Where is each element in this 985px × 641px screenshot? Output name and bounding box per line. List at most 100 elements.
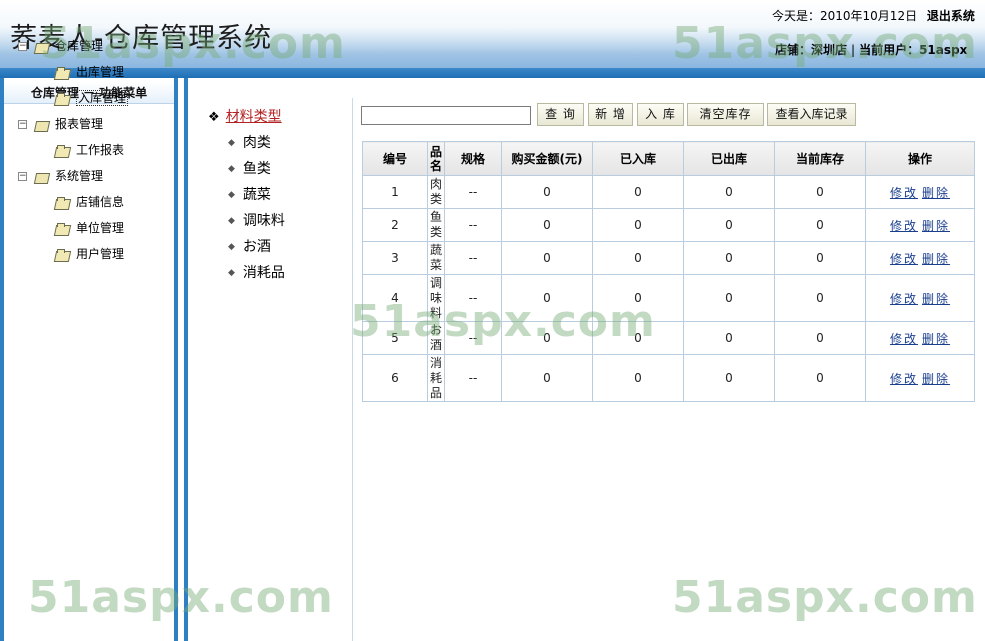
folder-open-icon: [33, 171, 49, 183]
add-button[interactable]: 新 增: [588, 103, 633, 126]
sidebar-item-units[interactable]: 单位管理: [54, 219, 124, 237]
category-item[interactable]: ◆ お酒: [228, 236, 271, 256]
separator: |: [851, 43, 856, 57]
tree-group-system[interactable]: − 系统管理: [18, 167, 103, 185]
sidebar-item-work-report[interactable]: 工作报表: [54, 141, 124, 159]
cell-actions: 修改 删除: [865, 354, 975, 402]
column-header: 当前库存: [774, 141, 866, 176]
cell-out: 0: [683, 354, 775, 402]
diamond-bullet-icon: ◆: [228, 216, 235, 226]
cell-actions: 修改 删除: [865, 175, 975, 209]
cell-actions: 修改 删除: [865, 274, 975, 322]
table-row: 5 お酒 -- 0 0 0 0 修改 删除: [362, 321, 975, 355]
search-input[interactable]: [361, 106, 531, 125]
cell-spec: --: [444, 321, 502, 355]
name-char: 肉: [429, 177, 442, 191]
header-char: 名: [429, 158, 442, 173]
edit-link[interactable]: 修改: [890, 292, 918, 306]
delete-link[interactable]: 删除: [922, 219, 950, 233]
edit-link[interactable]: 修改: [890, 332, 918, 346]
cell-amount: 0: [501, 208, 593, 242]
tree-group-label: 仓库管理: [55, 39, 104, 53]
clear-stock-button[interactable]: 清空库存: [687, 103, 764, 126]
category-item[interactable]: ◆ 肉类: [228, 132, 271, 152]
date-bar: 今天是：2010年10月12日 退出系统: [772, 7, 975, 24]
sidebar-item-label: 店铺信息: [76, 195, 125, 209]
column-header: 编号: [362, 141, 428, 176]
sidebar-item-outbound[interactable]: 出库管理: [54, 63, 124, 81]
divider: [352, 98, 353, 641]
cell-name: 消耗品: [427, 354, 445, 402]
category-item[interactable]: ◆ 调味料: [228, 210, 285, 230]
category-item[interactable]: ◆ 消耗品: [228, 262, 285, 282]
diamond-bullet-icon: ◆: [228, 242, 235, 252]
tree-group-warehouse[interactable]: − 仓库管理: [18, 37, 103, 55]
cell-out: 0: [683, 274, 775, 322]
cell-out: 0: [683, 208, 775, 242]
four-diamond-icon: ❖: [208, 110, 220, 125]
cell-in: 0: [592, 241, 684, 275]
delete-link[interactable]: 删除: [922, 372, 950, 386]
sidebar-item-users[interactable]: 用户管理: [54, 245, 124, 263]
folder-icon: [54, 248, 70, 261]
table-row: 4 调味料 -- 0 0 0 0 修改 删除: [362, 274, 975, 322]
cell-stock: 0: [774, 321, 866, 355]
cell-spec: --: [444, 354, 502, 402]
user-line: 店铺：深圳店 | 当前用户：51aspx: [775, 41, 967, 58]
edit-link[interactable]: 修改: [890, 186, 918, 200]
stock-in-button[interactable]: 入 库: [637, 103, 684, 126]
cell-id: 1: [362, 175, 428, 209]
cell-id: 4: [362, 274, 428, 322]
folder-icon: [54, 222, 70, 235]
collapse-toggle-icon[interactable]: −: [18, 120, 27, 129]
sidebar-item-store-info[interactable]: 店铺信息: [54, 193, 124, 211]
header-char: 品: [429, 144, 442, 159]
folder-icon: [54, 196, 70, 209]
category-item[interactable]: ◆ 蔬菜: [228, 184, 271, 204]
category-item[interactable]: ◆ 鱼类: [228, 158, 271, 178]
cell-actions: 修改 删除: [865, 241, 975, 275]
delete-link[interactable]: 删除: [922, 292, 950, 306]
category-head-label: 材料类型: [225, 109, 282, 125]
delete-link[interactable]: 删除: [922, 186, 950, 200]
name-char: 料: [429, 305, 442, 320]
sidebar-item-label: 入库管理: [76, 90, 129, 106]
tree-group-label: 系统管理: [55, 169, 104, 183]
cell-amount: 0: [501, 241, 593, 275]
category-item-label: 鱼类: [242, 161, 271, 177]
sidebar-item-label: 工作报表: [76, 143, 125, 157]
logout-link[interactable]: 退出系统: [927, 9, 975, 23]
view-inbound-records-button[interactable]: 查看入库记录: [767, 103, 856, 126]
edit-link[interactable]: 修改: [890, 219, 918, 233]
cell-name: 蔬菜: [427, 241, 445, 275]
edit-link[interactable]: 修改: [890, 372, 918, 386]
cell-out: 0: [683, 175, 775, 209]
cell-stock: 0: [774, 208, 866, 242]
sidebar-item-label: 用户管理: [76, 247, 125, 261]
tree-group-reports[interactable]: − 报表管理: [18, 115, 103, 133]
folder-open-icon: [33, 119, 49, 131]
header: 荞麦人-仓库管理系统 今天是：2010年10月12日 退出系统 店铺：深圳店 | 当…: [0, 0, 985, 68]
cell-amount: 0: [501, 175, 593, 209]
folder-icon: [54, 66, 70, 79]
cell-name: 鱼类: [427, 208, 445, 242]
query-button[interactable]: 查 询: [537, 103, 584, 126]
collapse-toggle-icon[interactable]: −: [18, 42, 27, 51]
name-char: 耗: [429, 370, 442, 385]
column-header: 已入库: [592, 141, 684, 176]
cell-id: 6: [362, 354, 428, 402]
store-label: 店铺：深圳店: [775, 43, 848, 57]
table-header-row: 编号 品名 规格 购买金额(元) 已入库 已出库 当前库存 操作: [362, 141, 975, 176]
name-char: 酒: [429, 338, 442, 352]
sidebar-item-inbound[interactable]: 入库管理: [54, 89, 129, 107]
cell-stock: 0: [774, 354, 866, 402]
category-head-link[interactable]: ❖ 材料类型: [208, 106, 282, 126]
delete-link[interactable]: 删除: [922, 252, 950, 266]
inventory-table: 编号 品名 规格 购买金额(元) 已入库 已出库 当前库存 操作 1 肉类 --…: [362, 141, 975, 402]
header-bar: [0, 68, 985, 78]
collapse-toggle-icon[interactable]: −: [18, 172, 27, 181]
diamond-bullet-icon: ◆: [228, 138, 235, 148]
delete-link[interactable]: 删除: [922, 332, 950, 346]
edit-link[interactable]: 修改: [890, 252, 918, 266]
folder-open-icon: [33, 41, 49, 53]
